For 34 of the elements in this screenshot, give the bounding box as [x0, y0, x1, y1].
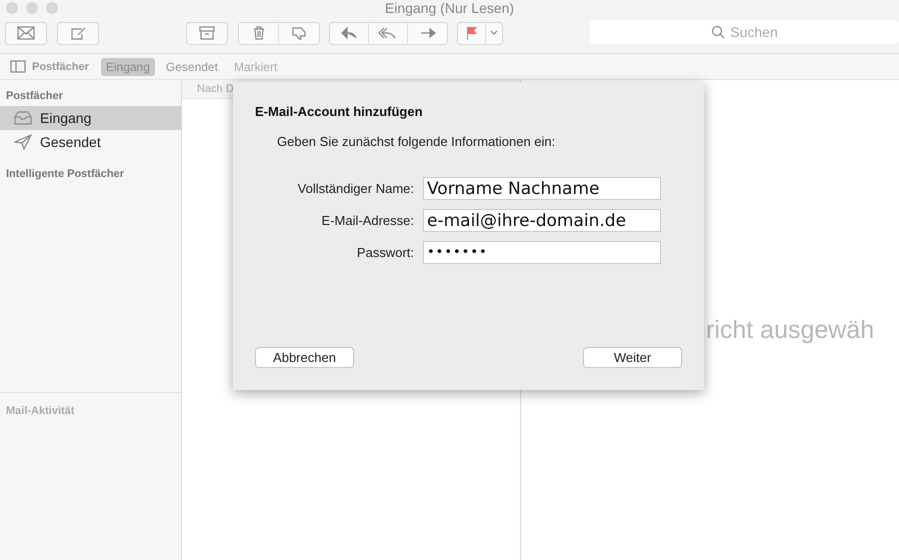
compose-icon	[70, 26, 86, 40]
field-label: Vollständiger Name:	[296, 181, 414, 196]
paper-plane-icon	[14, 134, 32, 150]
mailbox-item[interactable]: Eingang	[0, 106, 181, 130]
flag-icon	[466, 26, 478, 40]
inbox-icon	[14, 111, 32, 125]
archive-icon	[199, 26, 215, 40]
chevron-down-icon	[490, 30, 498, 36]
reply-icon	[340, 26, 358, 40]
next-button[interactable]: Weiter	[583, 347, 682, 368]
input-field[interactable]: e-mail@ihre-domain.de	[423, 209, 661, 232]
archive-button[interactable]	[186, 22, 228, 44]
arrow-right-icon	[420, 26, 436, 40]
section-heading: Intelligente Postfächer	[5, 167, 125, 182]
dialog-instructions: Geben Sie zunächst folgende Informationen ein:	[276, 134, 556, 149]
input-field[interactable]: Vorname Nachname	[423, 177, 661, 200]
sidebar-icon	[10, 60, 26, 73]
compose-button[interactable]	[57, 22, 99, 44]
section-heading: Postfächer	[5, 89, 64, 104]
thumbs-down-icon	[291, 26, 307, 40]
field-label: Passwort:	[356, 245, 414, 260]
cancel-button[interactable]: Abbrechen	[255, 347, 354, 368]
mailbox-item[interactable]: Gesendet	[0, 130, 181, 154]
password-field[interactable]: •••••••	[423, 241, 661, 264]
reply-all-icon	[378, 26, 398, 40]
window-title: Eingang (Nur Lesen)	[384, 0, 514, 16]
dialog-title: E-Mail-Account hinzufügen	[255, 104, 424, 119]
section-heading: Mail-Aktivität	[5, 404, 76, 419]
new-message-button[interactable]	[5, 22, 47, 44]
search-icon	[711, 25, 726, 39]
trash-icon	[252, 26, 266, 40]
envelope-icon	[17, 26, 35, 40]
field-label: E-Mail-Adresse:	[320, 213, 414, 228]
empty-message-text: richt ausgewäh	[706, 316, 874, 344]
